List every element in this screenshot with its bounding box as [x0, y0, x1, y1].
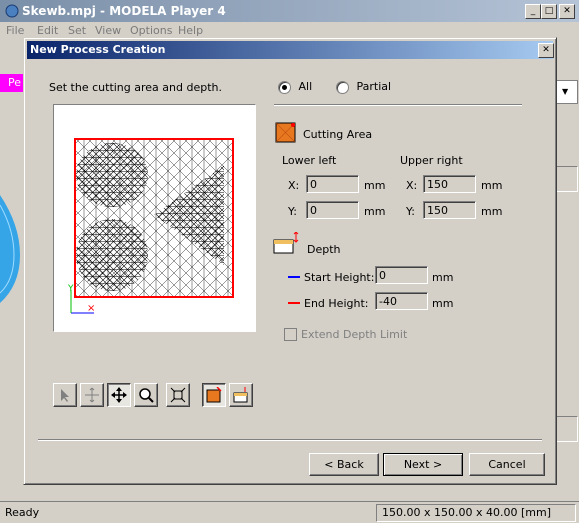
radio-all-indicator[interactable] — [278, 80, 291, 94]
extend-depth-label: Extend Depth Limit — [301, 328, 408, 341]
upper-right-y-field[interactable]: 150 — [423, 201, 476, 219]
lower-left-y-field[interactable]: 0 — [306, 201, 359, 219]
depth-label: Depth — [307, 243, 341, 256]
cutting-area-tool-button[interactable] — [202, 383, 226, 407]
lower-left-x-label: X: — [288, 179, 300, 192]
cutting-area-section-icon — [275, 122, 296, 143]
mesh-lobe-top — [76, 143, 148, 207]
move-tool-button[interactable] — [107, 383, 131, 407]
status-dimensions-panel: 150.00 x 150.00 x 40.00 [mm] — [376, 504, 576, 522]
lower-left-y-label: Y: — [288, 205, 297, 218]
menu-options[interactable]: Options — [130, 24, 172, 37]
end-height-label: End Height: — [304, 297, 369, 310]
zoom-tool-button[interactable] — [134, 383, 158, 407]
unit-label: mm — [481, 179, 503, 192]
main-window-title: Skewb.mpj - MODELA Player 4 — [22, 4, 226, 18]
menu-edit[interactable]: Edit — [37, 24, 58, 37]
menu-help[interactable]: Help — [178, 24, 203, 37]
preview-pane: Y × — [53, 104, 256, 332]
end-height-field[interactable]: -40 — [375, 292, 428, 310]
main-title-bar: Skewb.mpj - MODELA Player 4 _ □ ✕ — [0, 0, 579, 22]
radio-partial-indicator[interactable] — [336, 80, 349, 94]
instruction-text: Set the cutting area and depth. — [49, 81, 222, 94]
cutting-area-label: Cutting Area — [303, 128, 373, 141]
cutting-area-icon — [206, 387, 222, 403]
side-panel-field — [556, 166, 578, 192]
axis-x-icon: × — [87, 303, 95, 314]
button-divider — [38, 439, 542, 441]
dialog-title-bar: New Process Creation ✕ — [27, 41, 554, 59]
new-process-dialog: New Process Creation ✕ Set the cutting a… — [23, 37, 557, 485]
toolbar-dropdown[interactable]: ▼ — [556, 80, 578, 104]
magnifier-icon — [139, 388, 154, 403]
next-button[interactable]: Next > — [383, 453, 463, 476]
cancel-button[interactable]: Cancel — [469, 453, 545, 476]
unit-label: mm — [364, 179, 386, 192]
lower-left-label: Lower left — [282, 154, 337, 167]
radio-partial-label: Partial — [356, 80, 392, 93]
menu-bar: File Edit Set View Options Help — [0, 22, 579, 37]
app-icon — [5, 4, 19, 18]
main-close-button[interactable]: ✕ — [559, 4, 575, 19]
toolpath-preview: Y × — [67, 138, 234, 314]
radio-all-label: All — [298, 80, 313, 93]
unit-label: mm — [432, 271, 454, 284]
fit-view-button[interactable] — [166, 383, 190, 407]
pan-tool-button[interactable] — [80, 383, 104, 407]
back-button[interactable]: < Back — [309, 453, 379, 476]
end-height-line-icon — [288, 302, 300, 304]
lower-left-x-field[interactable]: 0 — [306, 175, 359, 193]
menu-set[interactable]: Set — [68, 24, 86, 37]
divider — [274, 104, 522, 106]
minimize-button[interactable]: _ — [525, 4, 541, 19]
upper-right-y-label: Y: — [406, 205, 415, 218]
model-preview-fragment — [0, 195, 20, 303]
maximize-button[interactable]: □ — [541, 4, 557, 19]
unit-label: mm — [481, 205, 503, 218]
select-tool-button[interactable] — [53, 383, 77, 407]
status-bar: Ready 150.00 x 150.00 x 40.00 [mm] — [0, 501, 579, 523]
dialog-close-button[interactable]: ✕ — [538, 43, 554, 58]
radio-partial[interactable]: Partial — [336, 80, 391, 94]
pointer-icon — [61, 389, 69, 402]
menu-file[interactable]: File — [6, 24, 24, 37]
start-height-line-icon — [288, 276, 300, 278]
axis-y-icon: Y — [67, 284, 74, 294]
start-height-field[interactable]: 0 — [375, 266, 428, 284]
extend-depth-checkbox[interactable] — [284, 328, 297, 341]
unit-label: mm — [432, 297, 454, 310]
upper-right-label: Upper right — [400, 154, 463, 167]
mesh-lobe-bottom — [76, 219, 148, 291]
dialog-title: New Process Creation — [30, 43, 166, 56]
depth-icon — [233, 387, 248, 403]
upper-right-x-label: X: — [406, 179, 418, 192]
depth-tool-button[interactable] — [229, 383, 253, 407]
side-panel-field-2 — [556, 416, 578, 442]
depth-section-icon — [273, 232, 299, 254]
process-tab-marker: Pe — [0, 74, 23, 92]
status-text: Ready — [5, 506, 40, 519]
fit-view-icon — [170, 387, 186, 403]
unit-label: mm — [364, 205, 386, 218]
hand-move-icon — [85, 387, 99, 403]
radio-all[interactable]: All — [278, 80, 312, 94]
upper-right-x-field[interactable]: 150 — [423, 175, 476, 193]
move-arrows-icon — [111, 387, 127, 403]
start-height-label: Start Height: — [304, 271, 375, 284]
menu-view[interactable]: View — [95, 24, 121, 37]
